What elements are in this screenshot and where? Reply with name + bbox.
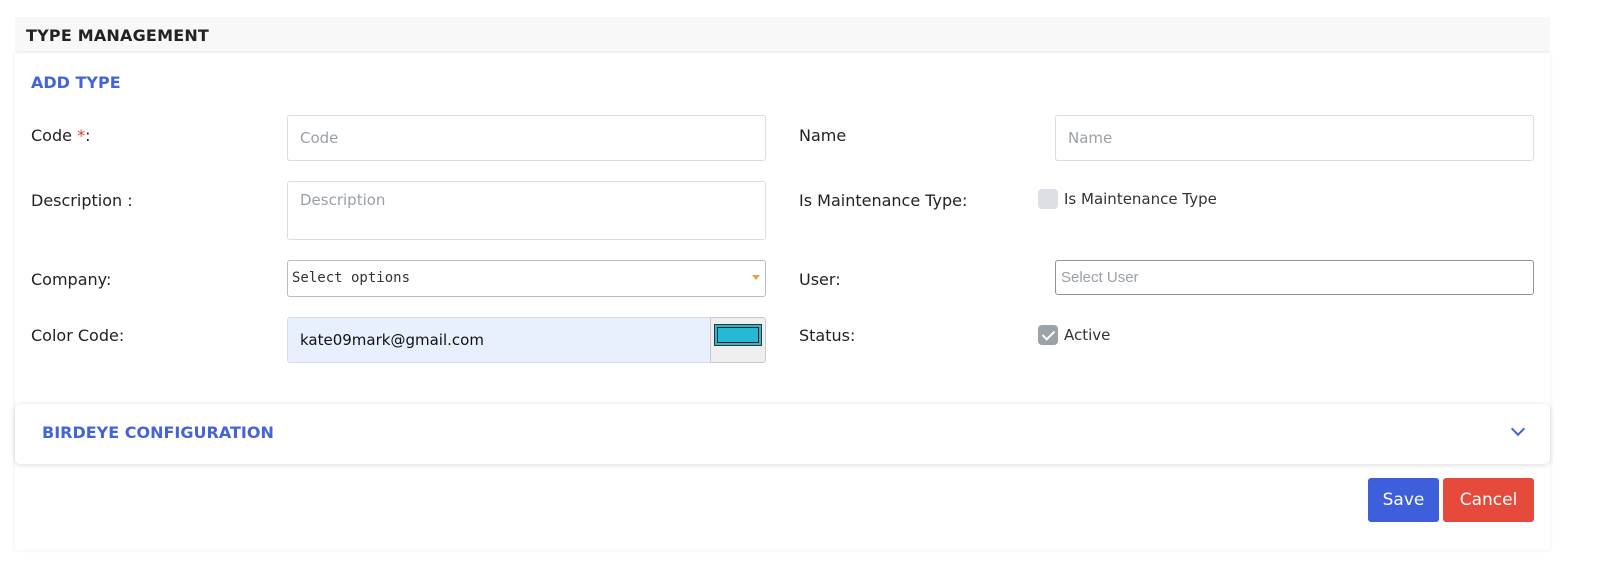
name-input[interactable]: Name <box>1055 115 1534 161</box>
caret-down-icon <box>752 275 760 280</box>
status-active-label: Active <box>1064 326 1111 344</box>
user-placeholder: Select User <box>1061 269 1139 286</box>
status-label: Status: <box>799 326 856 345</box>
code-label-suffix: : <box>85 126 91 145</box>
cancel-button[interactable]: Cancel <box>1443 478 1534 522</box>
is-maintenance-checkbox-label: Is Maintenance Type <box>1064 190 1217 208</box>
add-type-card: ADD TYPE Code *: Code Name Name Descript… <box>15 53 1550 550</box>
color-code-input[interactable]: kate09mark@gmail.com <box>287 317 711 363</box>
page-title: TYPE MANAGEMENT <box>26 26 210 45</box>
required-mark: * <box>77 126 86 145</box>
color-code-value: kate09mark@gmail.com <box>300 331 484 349</box>
user-select-input[interactable]: Select User <box>1055 260 1534 295</box>
page-header: TYPE MANAGEMENT <box>15 17 1550 53</box>
is-maintenance-label: Is Maintenance Type: <box>799 191 968 210</box>
status-active-checkbox[interactable] <box>1038 325 1058 345</box>
description-textarea[interactable]: Description <box>287 181 766 240</box>
is-maintenance-checkbox[interactable] <box>1038 189 1058 209</box>
code-label-text: Code <box>31 126 72 145</box>
user-label: User: <box>799 270 841 289</box>
chevron-down-icon[interactable] <box>1510 421 1526 437</box>
company-select-value: Select options <box>292 270 411 286</box>
color-swatch-inner <box>717 327 759 343</box>
color-code-label: Color Code: <box>31 326 125 345</box>
code-label: Code *: <box>31 126 90 145</box>
name-label: Name <box>799 126 847 145</box>
name-placeholder: Name <box>1068 129 1113 147</box>
color-swatch <box>714 324 762 346</box>
birdeye-configuration-accordion[interactable]: BIRDEYE CONFIGURATION <box>15 404 1550 464</box>
code-placeholder: Code <box>300 129 339 147</box>
code-input[interactable]: Code <box>287 115 766 161</box>
company-select[interactable]: Select options <box>287 260 766 297</box>
description-placeholder: Description <box>300 191 386 209</box>
description-label: Description : <box>31 191 133 210</box>
save-button[interactable]: Save <box>1368 478 1439 522</box>
company-label: Company: <box>31 270 112 289</box>
section-title: ADD TYPE <box>31 73 121 92</box>
birdeye-configuration-title: BIRDEYE CONFIGURATION <box>42 423 274 442</box>
color-picker-button[interactable] <box>710 317 766 363</box>
